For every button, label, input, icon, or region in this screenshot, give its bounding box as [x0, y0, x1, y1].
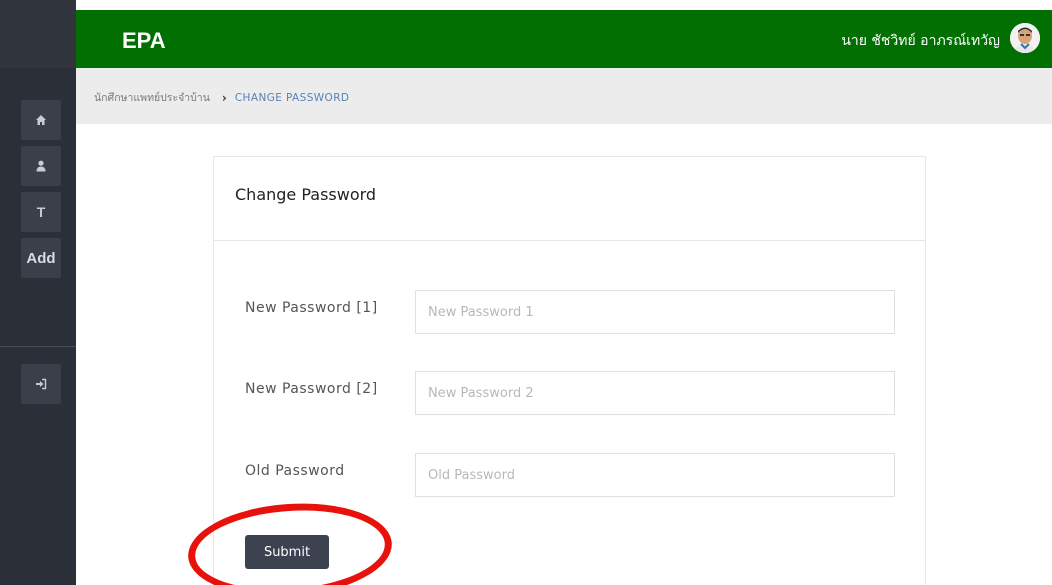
change-password-card: Change Password New Password [1] New Pas… — [213, 156, 926, 585]
sidebar-divider — [0, 346, 76, 347]
top-header: EPA นาย ชัชวิทย์ อาภรณ์เทวัญ — [76, 10, 1052, 68]
sidebar-item-add-label: Add — [26, 249, 56, 267]
old-password-label: Old Password — [245, 463, 345, 479]
breadcrumb-parent[interactable]: นักศึกษาแพทย์ประจำบ้าน — [94, 89, 210, 106]
new-password-1-label: New Password [1] — [245, 300, 378, 316]
sidebar-item-add[interactable]: Add — [21, 238, 61, 278]
old-password-row: Old Password — [214, 453, 927, 497]
page-title: Change Password — [235, 185, 377, 204]
new-password-1-row: New Password [1] — [214, 290, 927, 334]
sidebar-item-logout[interactable] — [21, 364, 61, 404]
new-password-1-input[interactable] — [415, 290, 895, 334]
user-icon — [36, 160, 46, 172]
breadcrumb: นักศึกษาแพทย์ประจำบ้าน › CHANGE PASSWORD — [94, 89, 349, 106]
home-icon — [36, 115, 46, 125]
new-password-2-row: New Password [2] — [214, 371, 927, 415]
sidebar-item-home[interactable] — [21, 100, 61, 140]
new-password-2-input[interactable] — [415, 371, 895, 415]
new-password-2-label: New Password [2] — [245, 381, 378, 397]
brand-logo[interactable]: EPA — [122, 28, 166, 54]
sidebar: T Add — [0, 0, 76, 585]
sign-in-icon — [36, 378, 47, 390]
submit-button[interactable]: Submit — [245, 535, 329, 569]
breadcrumb-current: CHANGE PASSWORD — [234, 91, 350, 104]
avatar-image — [1010, 23, 1040, 53]
sidebar-top — [0, 0, 76, 68]
avatar[interactable] — [1010, 23, 1040, 53]
old-password-input[interactable] — [415, 453, 895, 497]
app-window: T Add EPA นาย ชัชวิทย์ อาภรณ์เทวัญ นักศึ… — [0, 0, 1052, 585]
card-header: Change Password — [214, 157, 925, 241]
chevron-right-icon: › — [221, 90, 227, 105]
user-name[interactable]: นาย ชัชวิทย์ อาภรณ์เทวัญ — [841, 30, 1000, 52]
sidebar-item-t[interactable]: T — [21, 192, 61, 232]
breadcrumb-bar: นักศึกษาแพทย์ประจำบ้าน › CHANGE PASSWORD — [76, 68, 1052, 124]
sidebar-item-t-label: T — [36, 204, 46, 220]
sidebar-item-profile[interactable] — [21, 146, 61, 186]
